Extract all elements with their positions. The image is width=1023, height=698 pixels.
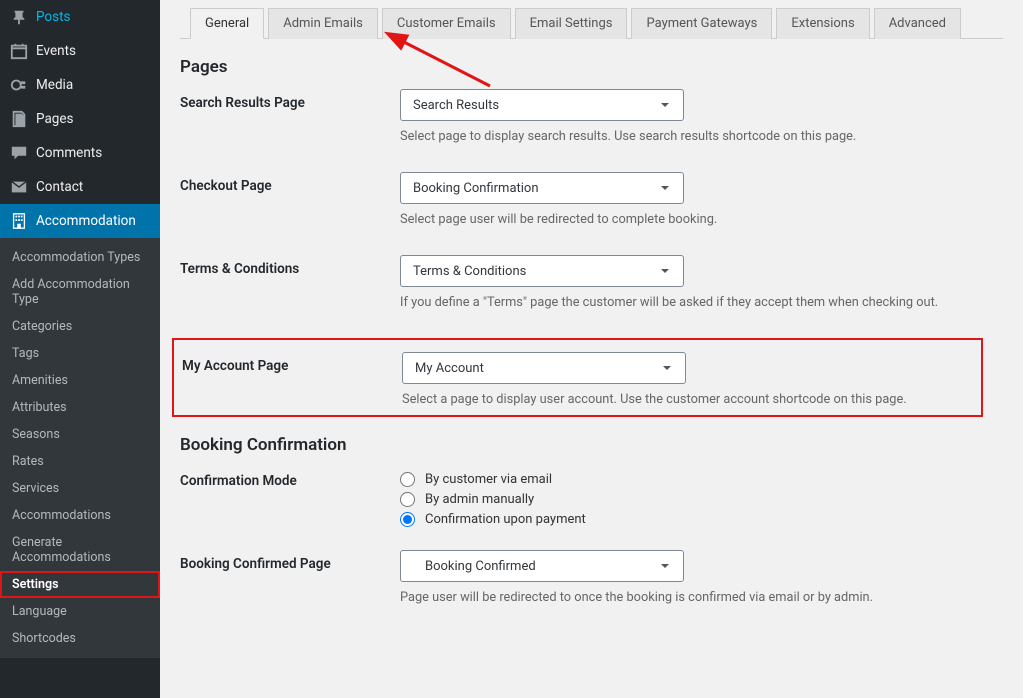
radio-by-admin-manually[interactable]: By admin manually xyxy=(400,492,1003,507)
radio-by-customer-email[interactable]: By customer via email xyxy=(400,472,1003,487)
chevron-down-icon xyxy=(659,182,671,194)
mail-icon xyxy=(10,178,28,196)
row-my-account-page: My Account Page My Account Select a page… xyxy=(182,352,975,407)
page-icon xyxy=(10,110,28,128)
sidebar-item-comments[interactable]: Comments xyxy=(0,136,160,170)
sidebar-sub-tags[interactable]: Tags xyxy=(0,340,160,367)
field-help: If you define a "Terms" page the custome… xyxy=(400,295,1003,310)
sidebar-item-pages[interactable]: Pages xyxy=(0,102,160,136)
field-help: Select page to display search results. U… xyxy=(400,129,1003,144)
field-label: Booking Confirmed Page xyxy=(180,550,400,572)
sidebar-sub-shortcodes[interactable]: Shortcodes xyxy=(0,625,160,652)
tab-email-settings[interactable]: Email Settings xyxy=(515,8,628,39)
sidebar-item-events[interactable]: Events xyxy=(0,34,160,68)
tab-extensions[interactable]: Extensions xyxy=(776,8,869,39)
sidebar-item-label: Pages xyxy=(36,111,74,127)
row-booking-confirmed-page: Booking Confirmed Page Booking Confirmed… xyxy=(180,550,1003,605)
tab-admin-emails[interactable]: Admin Emails xyxy=(268,8,378,39)
section-title-pages: Pages xyxy=(180,57,1003,77)
sidebar-sub-settings[interactable]: Settings xyxy=(0,571,160,598)
sidebar-submenu: Accommodation Types Add Accommodation Ty… xyxy=(0,238,160,658)
select-value: Booking Confirmed xyxy=(425,559,536,574)
field-label: Checkout Page xyxy=(180,172,400,194)
sidebar-item-label: Posts xyxy=(36,9,70,25)
field-label: Terms & Conditions xyxy=(180,255,400,277)
field-help: Select page user will be redirected to c… xyxy=(400,212,1003,227)
sidebar-sub-attributes[interactable]: Attributes xyxy=(0,394,160,421)
wp-admin-sidebar: Posts Events Media Pages Comments Contac… xyxy=(0,0,160,698)
highlight-my-account: My Account Page My Account Select a page… xyxy=(172,338,983,417)
sidebar-item-posts[interactable]: Posts xyxy=(0,0,160,34)
settings-tabs: General Admin Emails Customer Emails Ema… xyxy=(190,8,1003,39)
booking-confirmed-page-select[interactable]: Booking Confirmed xyxy=(400,550,684,582)
chevron-down-icon xyxy=(659,265,671,277)
calendar-icon xyxy=(10,42,28,60)
search-results-page-select[interactable]: Search Results xyxy=(400,89,684,121)
radio-input[interactable] xyxy=(400,492,415,507)
sidebar-item-label: Events xyxy=(36,43,76,59)
sidebar-item-label: Media xyxy=(36,77,73,93)
field-label: Search Results Page xyxy=(180,89,400,111)
tab-payment-gateways[interactable]: Payment Gateways xyxy=(631,8,772,39)
radio-label: Confirmation upon payment xyxy=(425,512,586,527)
sidebar-item-label: Contact xyxy=(36,179,83,195)
tab-advanced[interactable]: Advanced xyxy=(874,8,961,39)
radio-label: By customer via email xyxy=(425,472,552,487)
section-title-booking-confirmation: Booking Confirmation xyxy=(180,435,1003,455)
sidebar-item-label: Accommodation xyxy=(36,213,136,229)
field-help: Page user will be redirected to once the… xyxy=(400,590,1003,605)
sidebar-sub-categories[interactable]: Categories xyxy=(0,313,160,340)
terms-conditions-select[interactable]: Terms & Conditions xyxy=(400,255,684,287)
field-label: Confirmation Mode xyxy=(180,467,400,489)
sidebar-sub-accommodations[interactable]: Accommodations xyxy=(0,502,160,529)
select-value: Booking Confirmation xyxy=(413,181,539,196)
my-account-page-select[interactable]: My Account xyxy=(402,352,686,384)
sidebar-item-accommodation[interactable]: Accommodation xyxy=(0,204,160,238)
chevron-down-icon xyxy=(661,362,673,374)
radio-upon-payment[interactable]: Confirmation upon payment xyxy=(400,512,1003,527)
pin-icon xyxy=(10,8,28,26)
sidebar-sub-accommodation-types[interactable]: Accommodation Types xyxy=(0,244,160,271)
sidebar-sub-services[interactable]: Services xyxy=(0,475,160,502)
sidebar-item-media[interactable]: Media xyxy=(0,68,160,102)
sidebar-item-contact[interactable]: Contact xyxy=(0,170,160,204)
row-checkout-page: Checkout Page Booking Confirmation Selec… xyxy=(180,172,1003,227)
select-value: Search Results xyxy=(413,98,499,113)
sidebar-item-label: Comments xyxy=(36,145,102,161)
select-value: My Account xyxy=(415,361,484,376)
media-icon xyxy=(10,76,28,94)
sidebar-sub-seasons[interactable]: Seasons xyxy=(0,421,160,448)
radio-input[interactable] xyxy=(400,472,415,487)
sidebar-sub-rates[interactable]: Rates xyxy=(0,448,160,475)
tab-general[interactable]: General xyxy=(190,8,264,39)
row-terms-conditions: Terms & Conditions Terms & Conditions If… xyxy=(180,255,1003,310)
tab-customer-emails[interactable]: Customer Emails xyxy=(382,8,511,39)
sidebar-sub-generate-accommodations[interactable]: Generate Accommodations xyxy=(0,529,160,571)
sidebar-sub-add-accommodation-type[interactable]: Add Accommodation Type xyxy=(0,271,160,313)
sidebar-sub-language[interactable]: Language xyxy=(0,598,160,625)
select-value: Terms & Conditions xyxy=(413,264,526,279)
field-label: My Account Page xyxy=(182,352,402,374)
comment-icon xyxy=(10,144,28,162)
row-confirmation-mode: Confirmation Mode By customer via email … xyxy=(180,467,1003,532)
radio-label: By admin manually xyxy=(425,492,534,507)
chevron-down-icon xyxy=(659,560,671,572)
radio-input[interactable] xyxy=(400,512,415,527)
sidebar-sub-amenities[interactable]: Amenities xyxy=(0,367,160,394)
checkout-page-select[interactable]: Booking Confirmation xyxy=(400,172,684,204)
chevron-down-icon xyxy=(659,99,671,111)
settings-content: General Admin Emails Customer Emails Ema… xyxy=(160,0,1023,698)
field-help: Select a page to display user account. U… xyxy=(402,392,975,407)
row-search-results-page: Search Results Page Search Results Selec… xyxy=(180,89,1003,144)
building-icon xyxy=(10,212,28,230)
